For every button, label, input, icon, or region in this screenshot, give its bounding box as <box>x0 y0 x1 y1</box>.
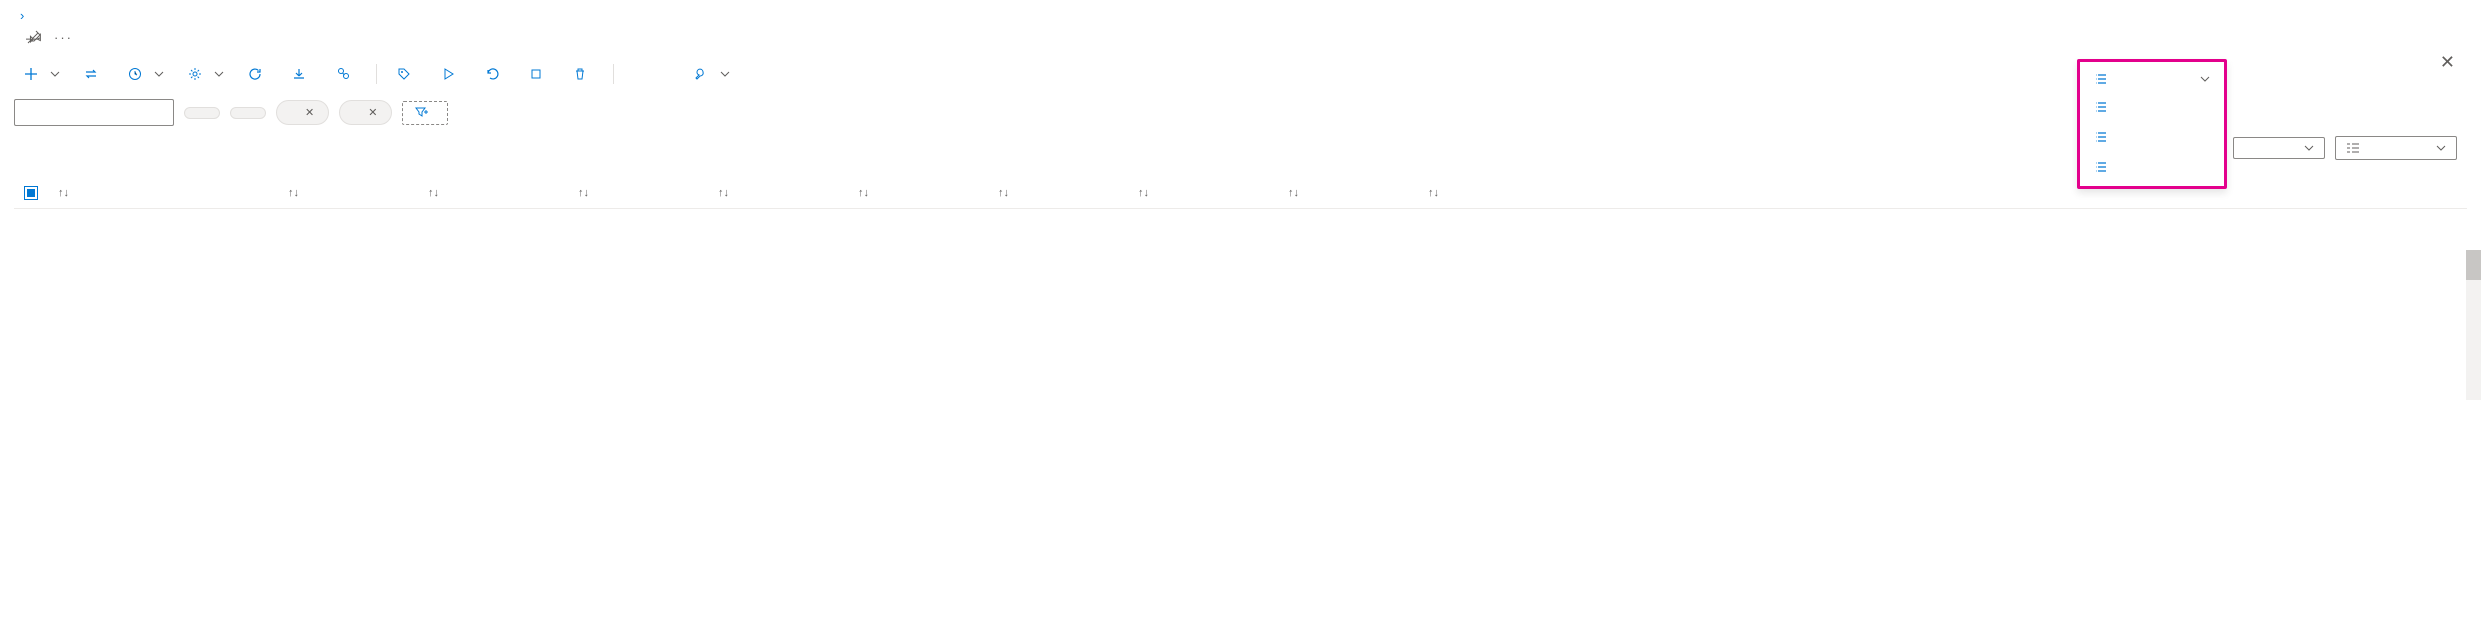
add-filter-button[interactable] <box>402 101 448 125</box>
filter-plus-icon <box>415 107 429 119</box>
export-csv-button[interactable] <box>282 63 322 85</box>
sort-icon: ↑↓ <box>1428 187 1439 199</box>
chevron-down-icon <box>214 69 224 79</box>
col-os[interactable]: ↑↓ <box>986 176 1126 208</box>
sort-icon: ↑↓ <box>858 187 869 199</box>
col-disks[interactable]: ↑↓ <box>1416 176 1496 208</box>
restart-button[interactable] <box>475 63 515 85</box>
list-icon <box>2346 142 2360 154</box>
sort-icon: ↑↓ <box>58 187 69 199</box>
sort-icon: ↑↓ <box>428 187 439 199</box>
separator <box>613 64 614 84</box>
create-button[interactable] <box>14 63 70 85</box>
chevron-right-icon: › <box>20 8 24 23</box>
sort-icon: ↑↓ <box>288 187 299 199</box>
chevron-down-icon <box>154 69 164 79</box>
list-icon <box>2094 130 2108 144</box>
sort-icon: ↑↓ <box>718 187 729 199</box>
col-resource-group[interactable]: ↑↓ <box>566 176 706 208</box>
grouping-dropdown[interactable] <box>2233 137 2325 159</box>
filter-input[interactable] <box>14 99 174 126</box>
services-button[interactable] <box>2080 66 2224 92</box>
list-icon <box>2094 72 2108 86</box>
separator <box>376 64 377 84</box>
col-name[interactable]: ↑↓ <box>46 176 276 208</box>
clock-icon <box>128 67 142 81</box>
breadcrumb: › <box>14 8 2467 23</box>
filter-resource-group[interactable]: ✕ <box>276 100 329 125</box>
list-icon <box>2094 100 2108 114</box>
swap-icon <box>84 67 98 81</box>
play-icon <box>441 67 455 81</box>
col-location[interactable]: ↑↓ <box>706 176 846 208</box>
chevron-down-icon <box>2200 74 2210 84</box>
services-dropdown <box>2077 59 2227 189</box>
col-ip[interactable]: ↑↓ <box>1276 176 1416 208</box>
manage-view-button[interactable] <box>178 63 234 85</box>
wrench-icon <box>694 67 708 81</box>
filter-subscription[interactable] <box>184 107 220 119</box>
menu-update-management[interactable] <box>2080 152 2224 182</box>
delete-button[interactable] <box>563 63 603 85</box>
sort-icon: ↑↓ <box>998 187 1009 199</box>
menu-inventory[interactable] <box>2080 122 2224 152</box>
maintenance-button[interactable] <box>684 63 740 85</box>
col-subscription[interactable]: ↑↓ <box>416 176 566 208</box>
sort-icon: ↑↓ <box>1138 187 1149 199</box>
col-type[interactable]: ↑↓ <box>276 176 416 208</box>
download-icon <box>292 67 306 81</box>
assign-tags-button[interactable] <box>387 63 427 85</box>
pin-icon[interactable] <box>26 29 42 45</box>
trash-icon <box>573 67 587 81</box>
restart-icon <box>485 67 499 81</box>
stop-button[interactable] <box>519 63 559 85</box>
refresh-button[interactable] <box>238 63 278 85</box>
scrollbar-thumb[interactable] <box>2466 250 2481 280</box>
gear-icon <box>188 67 202 81</box>
reservations-button[interactable] <box>118 63 174 85</box>
stop-icon <box>529 67 543 81</box>
col-status[interactable]: ↑↓ <box>846 176 986 208</box>
close-icon[interactable]: ✕ <box>305 106 314 119</box>
sort-icon: ↑↓ <box>1288 187 1299 199</box>
more-icon[interactable]: ··· <box>54 30 73 45</box>
sort-icon: ↑↓ <box>578 187 589 199</box>
chevron-down-icon <box>2304 143 2314 153</box>
plus-icon <box>24 67 38 81</box>
select-all-checkbox[interactable] <box>24 186 38 200</box>
chevron-down-icon <box>720 69 730 79</box>
chevron-down-icon <box>50 69 60 79</box>
start-button[interactable] <box>431 63 471 85</box>
filter-location[interactable]: ✕ <box>339 100 392 125</box>
filter-type[interactable] <box>230 107 266 119</box>
list-icon <box>2094 160 2108 174</box>
chevron-down-icon <box>2436 143 2446 153</box>
menu-change-tracking[interactable] <box>2080 92 2224 122</box>
open-query-button[interactable] <box>326 63 366 85</box>
col-size[interactable]: ↑↓ <box>1126 176 1276 208</box>
switch-classic-button[interactable] <box>74 63 114 85</box>
close-icon[interactable]: ✕ <box>368 106 377 119</box>
list-view-dropdown[interactable] <box>2335 136 2457 160</box>
tag-icon <box>397 67 411 81</box>
query-icon <box>336 67 350 81</box>
command-bar <box>14 63 2467 91</box>
refresh-icon <box>248 67 262 81</box>
